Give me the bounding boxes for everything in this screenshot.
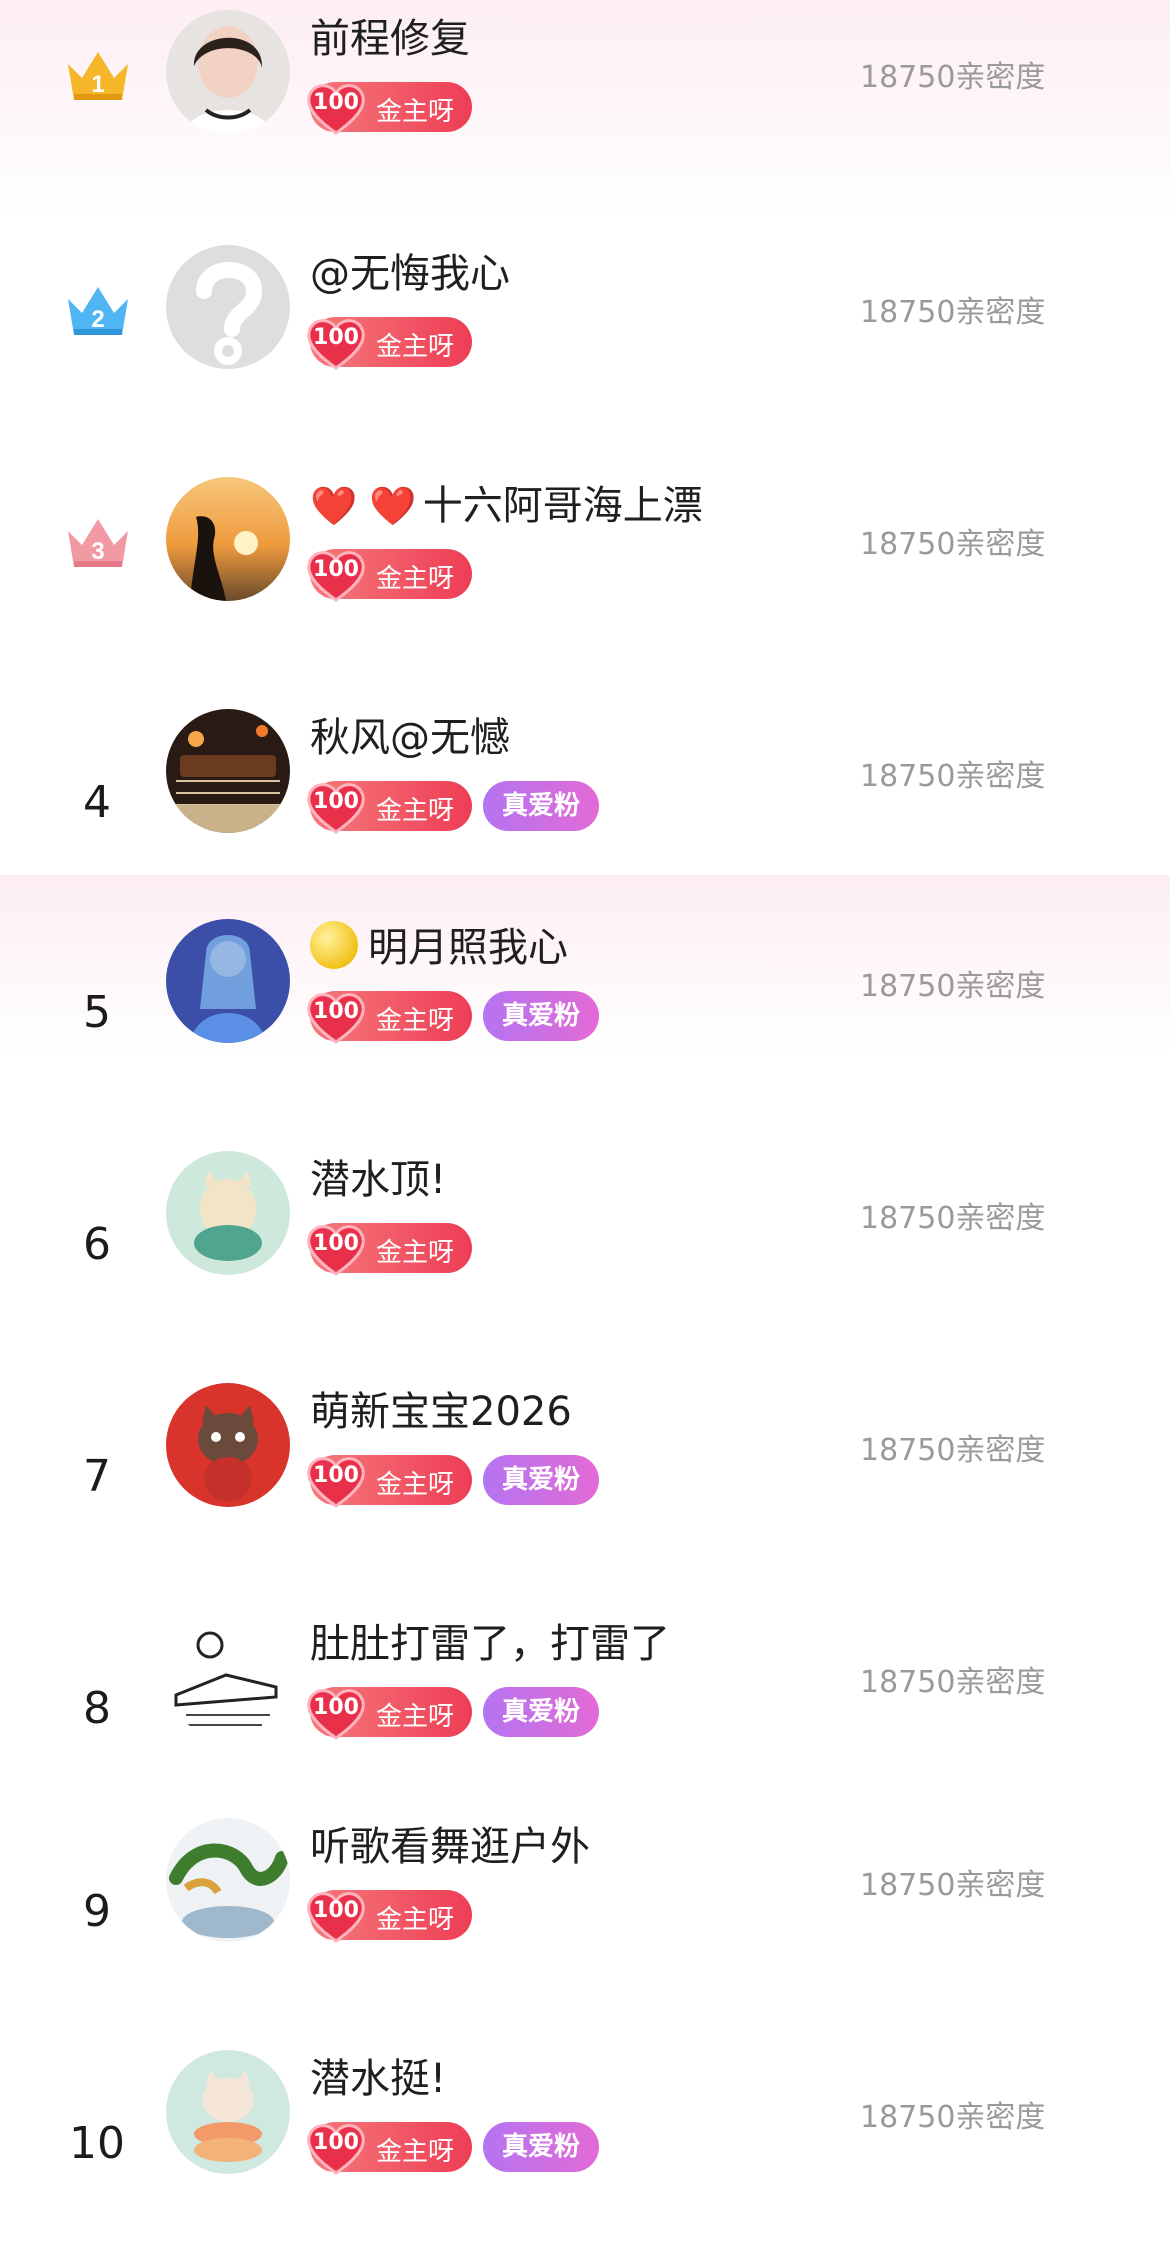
intimacy-score: 18750亲密度 xyxy=(860,1665,1046,1700)
rank-number: 5 xyxy=(83,987,111,1038)
rank-number: 9 xyxy=(83,1886,111,1937)
intimacy-score: 18750亲密度 xyxy=(860,60,1046,95)
ranking-row[interactable]: 4 秋风@无憾 100 金主呀 真爱粉 18750亲密度 xyxy=(0,705,1170,905)
blue-crown-icon: 2 xyxy=(68,287,128,335)
badge-label: 金主呀 xyxy=(376,796,455,826)
rank-number: 7 xyxy=(83,1451,111,1502)
badge-label: 金主呀 xyxy=(376,1470,455,1500)
rank-number: 1 xyxy=(91,71,104,98)
moon-emoji-icon xyxy=(310,921,358,969)
badge-level: 100 xyxy=(313,1898,359,1923)
patron-badge: 100 金主呀 xyxy=(307,1223,472,1276)
user-name: 秋风@无憾 xyxy=(310,715,510,761)
true-fan-badge: 真爱粉 xyxy=(483,1455,599,1505)
badge-level: 100 xyxy=(313,789,359,814)
avatar[interactable] xyxy=(166,10,290,134)
user-name: 潜水挺! xyxy=(310,2056,447,2102)
patron-badge: 100 金主呀 xyxy=(307,549,472,602)
true-fan-badge: 真爱粉 xyxy=(483,2122,599,2172)
rank-number: 8 xyxy=(83,1683,111,1734)
badge-label: 金主呀 xyxy=(376,1238,455,1268)
user-name: @无悔我心 xyxy=(310,251,510,297)
user-name: ❤️ ❤️ 十六阿哥海上漂 xyxy=(310,473,703,531)
badge-label: 金主呀 xyxy=(376,1702,455,1732)
intimacy-score: 18750亲密度 xyxy=(860,759,1046,794)
patron-badge: 100 金主呀 xyxy=(307,1455,472,1508)
user-name-text: 明月照我心 xyxy=(368,925,568,971)
true-fan-badge: 真爱粉 xyxy=(483,991,599,1041)
ranking-row[interactable]: 1 前程修复 100 金主呀 18750亲密度 xyxy=(0,6,1170,206)
intimacy-score: 18750亲密度 xyxy=(860,1433,1046,1468)
avatar[interactable] xyxy=(166,919,290,1043)
badge-level: 100 xyxy=(313,557,359,582)
avatar[interactable] xyxy=(166,1615,290,1739)
patron-badge: 100 金主呀 xyxy=(307,2122,472,2175)
badge-level: 100 xyxy=(313,90,359,115)
badge-label: 金主呀 xyxy=(376,1905,455,1935)
user-name: 前程修复 xyxy=(310,16,470,62)
badge-label: 金主呀 xyxy=(376,564,455,594)
badge-label: 金主呀 xyxy=(376,332,455,362)
ranking-row[interactable]: 10 潜水挺! 100 金主呀 真爱粉 18750亲密度 xyxy=(0,2046,1170,2246)
rank-number: 2 xyxy=(91,306,104,333)
badge-label: 金主呀 xyxy=(376,97,455,127)
badge-level: 100 xyxy=(313,325,359,350)
patron-badge: 100 金主呀 xyxy=(307,82,472,135)
patron-badge: 100 金主呀 xyxy=(307,1687,472,1740)
avatar[interactable] xyxy=(166,1383,290,1507)
patron-badge: 100 金主呀 xyxy=(307,317,472,370)
user-name: 听歌看舞逛户外 xyxy=(310,1824,590,1870)
user-name: 潜水顶! xyxy=(310,1157,447,1203)
badge-level: 100 xyxy=(313,2130,359,2155)
intimacy-score: 18750亲密度 xyxy=(860,527,1046,562)
ranking-row[interactable]: 3 ❤️ ❤️ 十六阿哥海上漂 100 金主呀 18750亲密度 xyxy=(0,473,1170,673)
ranking-row[interactable]: 6 潜水顶! 100 金主呀 18750亲密度 xyxy=(0,1147,1170,1347)
user-name: 萌新宝宝2026 xyxy=(310,1389,572,1435)
intimacy-score: 18750亲密度 xyxy=(860,1201,1046,1236)
avatar[interactable] xyxy=(166,709,290,833)
avatar[interactable] xyxy=(166,245,290,369)
pink-crown-icon: 3 xyxy=(68,519,128,567)
avatar[interactable] xyxy=(166,477,290,601)
gold-crown-icon: 1 xyxy=(68,52,128,100)
patron-badge: 100 金主呀 xyxy=(307,991,472,1044)
rank-number: 10 xyxy=(69,2118,125,2169)
intimacy-score: 18750亲密度 xyxy=(860,1868,1046,1903)
true-fan-badge: 真爱粉 xyxy=(483,1687,599,1737)
intimacy-score: 18750亲密度 xyxy=(860,969,1046,1004)
true-fan-badge: 真爱粉 xyxy=(483,781,599,831)
ranking-row[interactable]: 9 听歌看舞逛户外 100 金主呀 18750亲密度 xyxy=(0,1814,1170,2014)
avatar[interactable] xyxy=(166,2050,290,2174)
ranking-row[interactable]: 5 明月照我心 100 金主呀 真爱粉 18750亲密度 xyxy=(0,915,1170,1115)
user-name: 明月照我心 xyxy=(310,915,568,973)
intimacy-score: 18750亲密度 xyxy=(860,295,1046,330)
badge-level: 100 xyxy=(313,999,359,1024)
avatar[interactable] xyxy=(166,1818,290,1942)
rank-number: 4 xyxy=(83,777,111,828)
badge-label: 金主呀 xyxy=(376,1006,455,1036)
ranking-list: 1 前程修复 100 金主呀 18750亲密度 2 @无悔我心 100 金主呀 … xyxy=(0,0,1170,2222)
badge-level: 100 xyxy=(313,1695,359,1720)
badge-level: 100 xyxy=(313,1231,359,1256)
rank-number: 6 xyxy=(83,1219,111,1270)
ranking-row[interactable]: 8 肚肚打雷了，打雷了 100 金主呀 真爱粉 18750亲密度 xyxy=(0,1611,1170,1811)
avatar[interactable] xyxy=(166,1151,290,1275)
ranking-row[interactable]: 2 @无悔我心 100 金主呀 18750亲密度 xyxy=(0,241,1170,441)
badge-level: 100 xyxy=(313,1463,359,1488)
user-name: 肚肚打雷了，打雷了 xyxy=(310,1621,670,1667)
patron-badge: 100 金主呀 xyxy=(307,781,472,834)
ranking-row[interactable]: 7 萌新宝宝2026 100 金主呀 真爱粉 18750亲密度 xyxy=(0,1379,1170,1579)
badge-label: 金主呀 xyxy=(376,2137,455,2167)
patron-badge: 100 金主呀 xyxy=(307,1890,472,1943)
rank-number: 3 xyxy=(91,538,104,565)
user-name-text: 十六阿哥海上漂 xyxy=(422,483,703,529)
intimacy-score: 18750亲密度 xyxy=(860,2100,1046,2135)
heart-emoji: ❤️ ❤️ xyxy=(310,484,417,528)
